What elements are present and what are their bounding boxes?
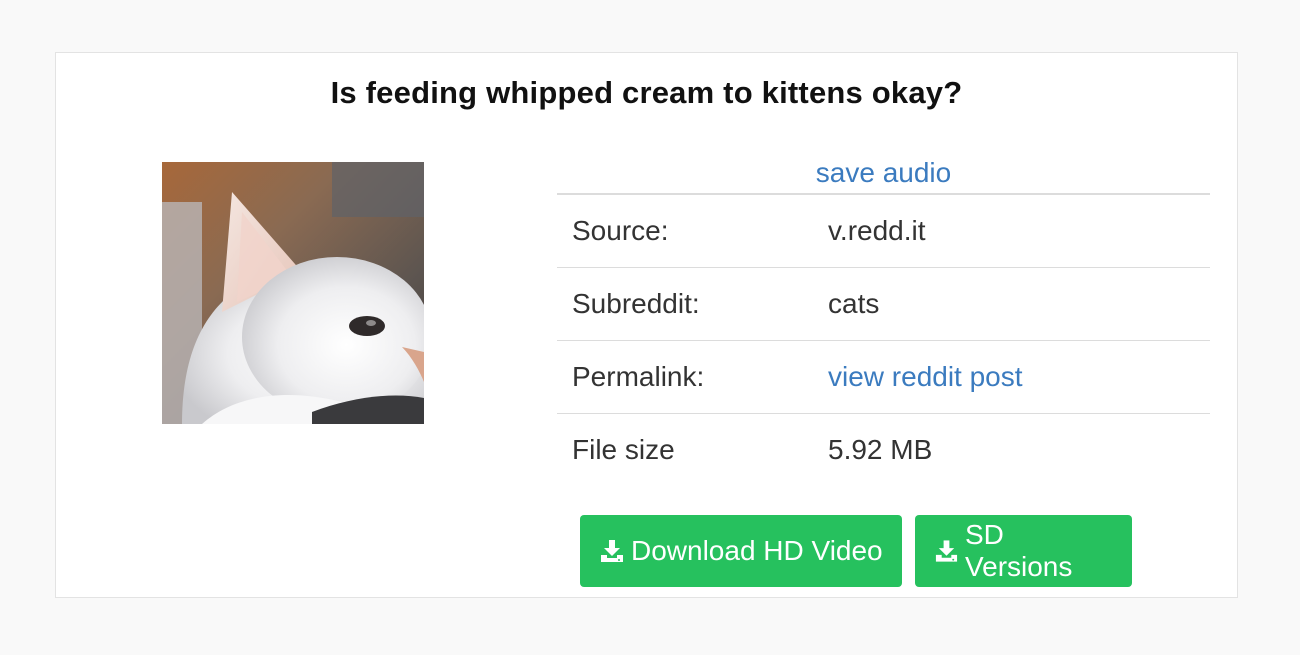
video-thumbnail[interactable] (162, 162, 424, 424)
download-icon (935, 540, 958, 562)
save-audio-row: save audio (557, 153, 1210, 195)
sd-versions-button[interactable]: SD Versions (915, 515, 1132, 587)
post-card: Is feeding whipped cream to kittens okay… (55, 52, 1238, 598)
info-row-permalink: Permalink: view reddit post (557, 341, 1210, 414)
download-hd-video-button[interactable]: Download HD Video (580, 515, 902, 587)
source-label: Source: (572, 215, 669, 246)
page-title: Is feeding whipped cream to kittens okay… (330, 75, 963, 110)
file-size-value: 5.92 MB (828, 434, 933, 465)
subreddit-label: Subreddit: (572, 288, 700, 319)
subreddit-value: cats (828, 288, 880, 319)
info-row-source: Source: v.redd.it (557, 195, 1210, 268)
file-size-label: File size (572, 434, 675, 465)
permalink-link[interactable]: view reddit post (828, 361, 1023, 392)
permalink-label: Permalink: (572, 361, 705, 392)
info-row-subreddit: Subreddit: cats (557, 268, 1210, 341)
source-value: v.redd.it (828, 215, 926, 246)
save-audio-link[interactable]: save audio (816, 157, 951, 188)
download-actions: Download HD Video SD Versions (580, 515, 1132, 587)
download-icon (601, 540, 623, 562)
kitten-thumbnail-image (162, 162, 424, 424)
sd-versions-label: SD Versions (964, 519, 1073, 582)
download-hd-video-label: Download HD Video (631, 535, 883, 566)
info-row-file-size: File size 5.92 MB (557, 414, 1210, 486)
media-info-table: save audio Source: v.redd.it Subreddit: … (557, 153, 1210, 486)
